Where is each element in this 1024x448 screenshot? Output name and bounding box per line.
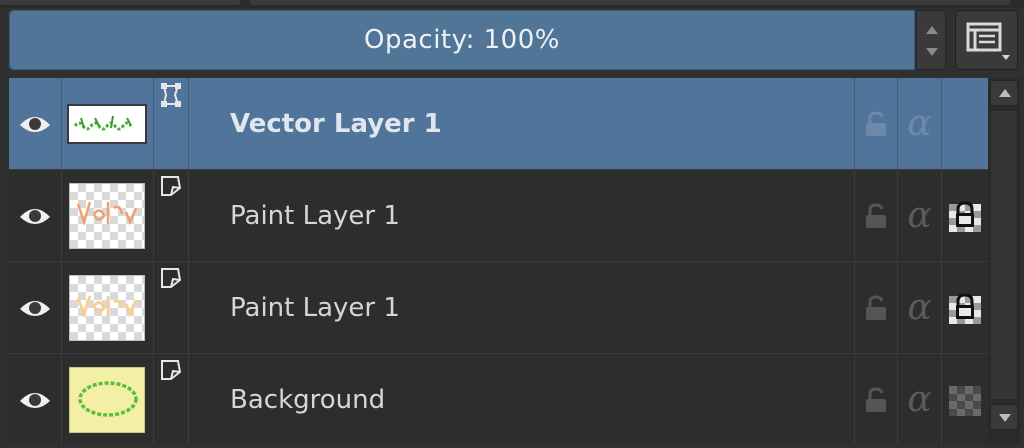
paint-layer-icon — [161, 360, 182, 380]
alpha-lock-icon[interactable]: α — [898, 354, 941, 444]
layer-type-indicator — [155, 170, 188, 261]
layer-name[interactable]: Paint Layer 1 — [189, 170, 854, 261]
opacity-spinner[interactable] — [916, 10, 946, 70]
spin-up-icon[interactable] — [926, 26, 938, 34]
layer-list: Vector Layer 1 α Paint Layer 1 α Paint L… — [9, 78, 988, 444]
scroll-down-button[interactable] — [990, 404, 1018, 430]
layer-name[interactable]: Paint Layer 1 — [189, 262, 854, 353]
spin-down-icon[interactable] — [926, 48, 938, 56]
layer-row-paint-layer-1-b[interactable]: Paint Layer 1 α — [9, 262, 988, 354]
opacity-slider[interactable]: Opacity: 100% — [9, 10, 915, 70]
inherit-alpha-toggle[interactable] — [942, 170, 988, 261]
layer-type-indicator — [155, 354, 188, 444]
layer-type-indicator — [155, 262, 188, 353]
arrow-up-icon — [999, 89, 1011, 97]
eye-icon — [20, 300, 50, 316]
arrow-down-icon — [999, 414, 1011, 422]
layer-row-background[interactable]: Background α — [9, 354, 988, 444]
layer-thumbnail — [61, 262, 153, 353]
inherit-alpha-icon — [949, 200, 981, 232]
view-mode-icon — [966, 22, 1010, 60]
lock-toggle[interactable] — [854, 78, 897, 169]
eye-icon — [20, 116, 50, 132]
visibility-toggle[interactable] — [9, 354, 61, 444]
layer-thumbnail — [61, 78, 153, 169]
visibility-toggle[interactable] — [9, 170, 61, 261]
layer-type-indicator — [155, 78, 188, 169]
lock-icon — [865, 386, 886, 412]
alpha-lock-icon[interactable]: α — [898, 170, 941, 261]
background-thumbnail — [69, 366, 145, 433]
visibility-toggle[interactable] — [9, 262, 61, 353]
paint-layer-icon — [161, 176, 182, 196]
lock-toggle[interactable] — [854, 354, 897, 444]
scroll-track[interactable] — [990, 110, 1018, 400]
paint-thumbnail — [69, 274, 145, 341]
opacity-value: 100% — [483, 25, 560, 55]
alpha-lock-icon[interactable]: α — [898, 78, 941, 169]
lock-icon — [865, 294, 886, 320]
scroll-up-button[interactable] — [990, 80, 1018, 106]
inherit-alpha-toggle[interactable] — [942, 354, 988, 444]
layer-row-paint-layer-1[interactable]: Paint Layer 1 α — [9, 170, 988, 262]
opacity-label: Opacity: — [364, 25, 475, 55]
layer-name[interactable]: Vector Layer 1 — [189, 78, 854, 169]
paint-thumbnail — [69, 182, 145, 249]
top-strip — [0, 0, 1024, 8]
view-mode-button[interactable] — [955, 10, 1018, 70]
lock-icon — [865, 202, 886, 228]
paint-layer-icon — [161, 268, 182, 288]
lock-toggle[interactable] — [854, 262, 897, 353]
alpha-lock-icon[interactable]: α — [898, 262, 941, 353]
inherit-alpha-icon — [949, 385, 981, 416]
inherit-alpha-icon — [949, 292, 981, 324]
layer-row-vector-layer-1[interactable]: Vector Layer 1 α — [9, 78, 988, 170]
vector-thumbnail — [67, 103, 147, 144]
lock-icon — [865, 110, 886, 136]
eye-icon — [20, 208, 50, 224]
inherit-alpha-toggle[interactable] — [942, 262, 988, 353]
inherit-alpha-toggle[interactable] — [942, 78, 988, 169]
layer-thumbnail — [61, 354, 153, 444]
layer-name[interactable]: Background — [189, 354, 854, 444]
layer-list-scrollbar[interactable] — [988, 78, 1020, 444]
vector-layer-icon — [161, 83, 181, 107]
lock-toggle[interactable] — [854, 170, 897, 261]
layer-thumbnail — [61, 170, 153, 261]
eye-icon — [20, 392, 50, 408]
visibility-toggle[interactable] — [9, 78, 61, 169]
